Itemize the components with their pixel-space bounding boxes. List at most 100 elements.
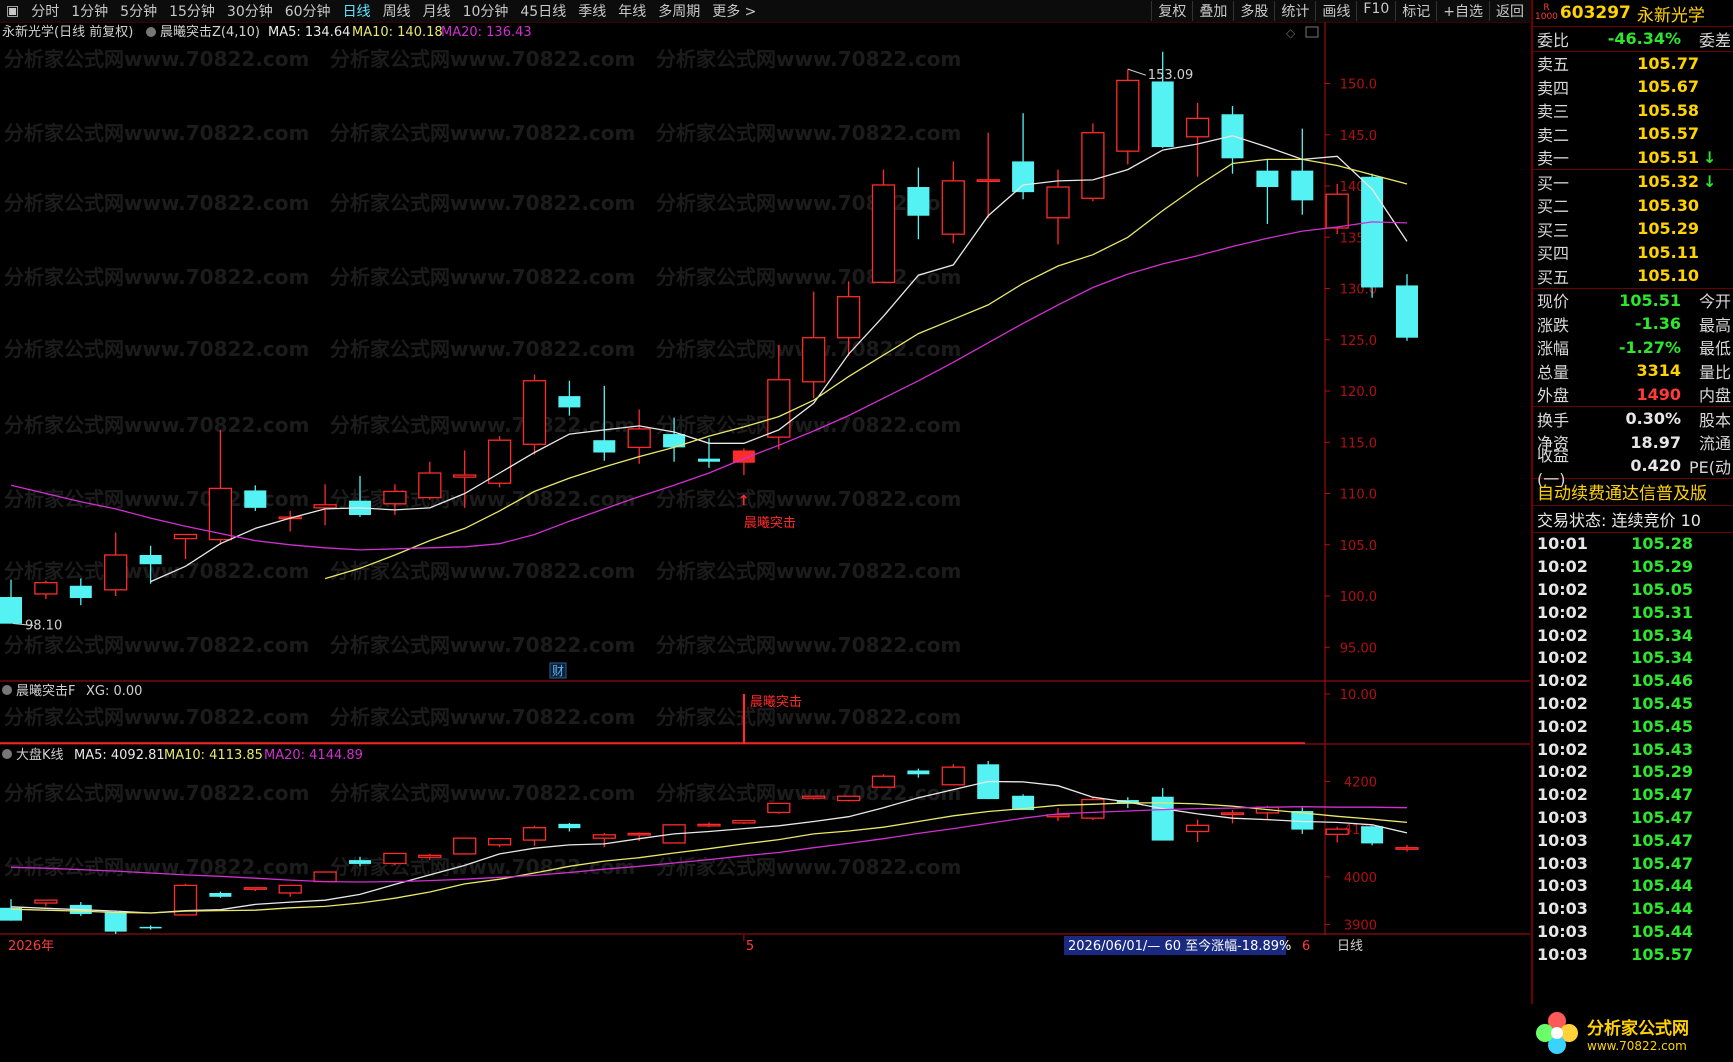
tool-button[interactable]: 复权: [1151, 1, 1192, 21]
watermark-text: 分析家公式网www.70822.com: [656, 855, 961, 879]
tick-list[interactable]: 10:01 105.28 10:02 105.29 10:02 105.05 10:02 10…: [1533, 533, 1733, 966]
price-tick-label: 100.0: [1340, 590, 1377, 605]
period-tab[interactable]: 年线: [612, 1, 652, 21]
watermark-text: 分析家公式网www.70822.com: [330, 265, 635, 289]
price-candle-body: [802, 337, 826, 383]
tool-button[interactable]: 标记: [1395, 1, 1436, 21]
down-arrow-icon: ↓: [1703, 147, 1717, 167]
price-candle-body: [767, 379, 791, 438]
period-tab[interactable]: 60分钟: [279, 1, 337, 21]
book-level-label: 卖五: [1537, 55, 1570, 75]
price-tick-label: 120.0: [1340, 385, 1377, 400]
index-candle-body: [1361, 826, 1384, 844]
period-tab[interactable]: 周线: [377, 1, 417, 21]
stat-label-right: 量比: [1698, 362, 1731, 382]
tool-button[interactable]: 画线: [1315, 1, 1356, 21]
tool-button[interactable]: 多股: [1233, 1, 1274, 21]
book-price: 105.57: [1637, 124, 1699, 144]
book-row[interactable]: 卖五 105.77: [1533, 52, 1733, 76]
tick-price: 105.45: [1631, 716, 1693, 736]
stat-label: 涨幅: [1537, 339, 1570, 359]
price-candle-body: [558, 396, 581, 408]
period-tab[interactable]: 月线: [417, 1, 457, 21]
sub-indicator-name: 晨曦突击F: [16, 683, 75, 699]
watermark-text: 分析家公式网www.70822.com: [4, 633, 309, 657]
stat-label-right: 最低: [1698, 339, 1731, 359]
period-tab[interactable]: 季线: [572, 1, 612, 21]
tool-button[interactable]: 返回: [1489, 1, 1530, 21]
book-level-label: 卖三: [1537, 102, 1570, 122]
book-row[interactable]: 卖二 105.57: [1533, 122, 1733, 146]
book-row[interactable]: 卖四 105.67: [1533, 75, 1733, 99]
period-tab[interactable]: 5分钟: [114, 1, 163, 21]
index-candle-body: [592, 834, 616, 839]
stat-row: 现价 105.51 今开: [1533, 289, 1733, 313]
tick-row: 10:03 105.44: [1533, 897, 1733, 920]
index-candle-body: [104, 912, 127, 932]
index-candle-body: [209, 893, 232, 897]
watermark-text: 分析家公式网www.70822.com: [4, 47, 309, 71]
ma5-label: MA5: 134.64: [268, 25, 350, 40]
book-row[interactable]: 买五 105.10: [1533, 264, 1733, 288]
price-candle-body: [1396, 285, 1418, 338]
stat-label-right: 最高: [1698, 315, 1731, 335]
period-tab[interactable]: 更多 >: [706, 1, 762, 21]
index-candle-body: [907, 770, 930, 775]
index-tick-label: 3900: [1344, 918, 1377, 933]
tool-button[interactable]: 统计: [1274, 1, 1315, 21]
index-candle-body: [871, 775, 896, 788]
book-row[interactable]: 买一 105.32 ↓: [1533, 170, 1733, 194]
price-candle-body: [941, 180, 965, 235]
ma20-label: MA20: 136.43: [441, 25, 532, 40]
index-candle-body: [1081, 798, 1105, 819]
tick-time: 10:02: [1537, 716, 1588, 736]
tick-time: 10:02: [1537, 739, 1588, 759]
price-candle-body: [593, 440, 616, 453]
tick-row: 10:02 105.34: [1533, 624, 1733, 647]
period-tab[interactable]: 1分钟: [65, 1, 114, 21]
index-candle-body: [1395, 847, 1419, 850]
period-tab[interactable]: 分时: [25, 1, 65, 21]
price-candle-body: [173, 533, 198, 540]
signal-arrow-icon: ↑: [738, 493, 750, 509]
tick-time: 10:02: [1537, 557, 1588, 577]
book-row[interactable]: 买二 105.30: [1533, 194, 1733, 218]
stat-label-right: 内盘: [1698, 386, 1731, 406]
period-tab[interactable]: 10分钟: [457, 1, 515, 21]
price-candle-body: [1291, 170, 1314, 201]
tool-button[interactable]: F10: [1356, 1, 1395, 21]
tool-button[interactable]: 叠加: [1192, 1, 1233, 21]
stat-value: -1.36: [1634, 314, 1681, 334]
price-candle-body: [627, 428, 651, 449]
logo-url: www.70822.com: [1587, 1038, 1687, 1053]
period-tab[interactable]: 15分钟: [163, 1, 221, 21]
tick-time: 10:03: [1537, 944, 1588, 964]
book-price: 105.10: [1637, 266, 1699, 286]
tick-time: 10:02: [1537, 762, 1588, 782]
tick-price: 105.47: [1631, 807, 1693, 827]
period-tab[interactable]: 多周期: [652, 1, 706, 21]
window-menu-icon[interactable]: ▣: [0, 3, 25, 19]
book-price: 105.51: [1637, 147, 1699, 167]
renewal-notice[interactable]: 自动续费通达信普及版: [1533, 479, 1733, 506]
stock-name: 永新光学: [1636, 5, 1705, 26]
index-candle-body: [243, 887, 267, 890]
indicator-name: 晨曦突击Z(4,10): [160, 24, 260, 40]
book-row[interactable]: 卖三 105.58: [1533, 99, 1733, 123]
book-row[interactable]: 卖一 105.51 ↓: [1533, 146, 1733, 170]
period-tab[interactable]: 30分钟: [221, 1, 279, 21]
watermark-text: 分析家公式网www.70822.com: [330, 781, 635, 805]
logo-title: 分析家公式网: [1587, 1018, 1689, 1039]
book-row[interactable]: 买三 105.29: [1533, 217, 1733, 241]
period-tab[interactable]: 日线: [337, 1, 377, 21]
stat-row: 总量 3314 量比: [1533, 359, 1733, 383]
book-row[interactable]: 买四 105.11: [1533, 241, 1733, 265]
period-tab[interactable]: 45日线: [514, 1, 572, 21]
tool-button[interactable]: +自选: [1436, 1, 1489, 21]
watermark-text: 分析家公式网www.70822.com: [656, 487, 961, 511]
tick-price: 105.05: [1631, 579, 1693, 599]
tick-time: 10:02: [1537, 648, 1588, 668]
price-candle-body: [1185, 117, 1210, 138]
index-candle-body: [767, 802, 791, 814]
kline-chart-area[interactable]: 分析家公式网www.70822.com 分析家公式网www.70822.com 分析…: [0, 22, 1530, 1062]
